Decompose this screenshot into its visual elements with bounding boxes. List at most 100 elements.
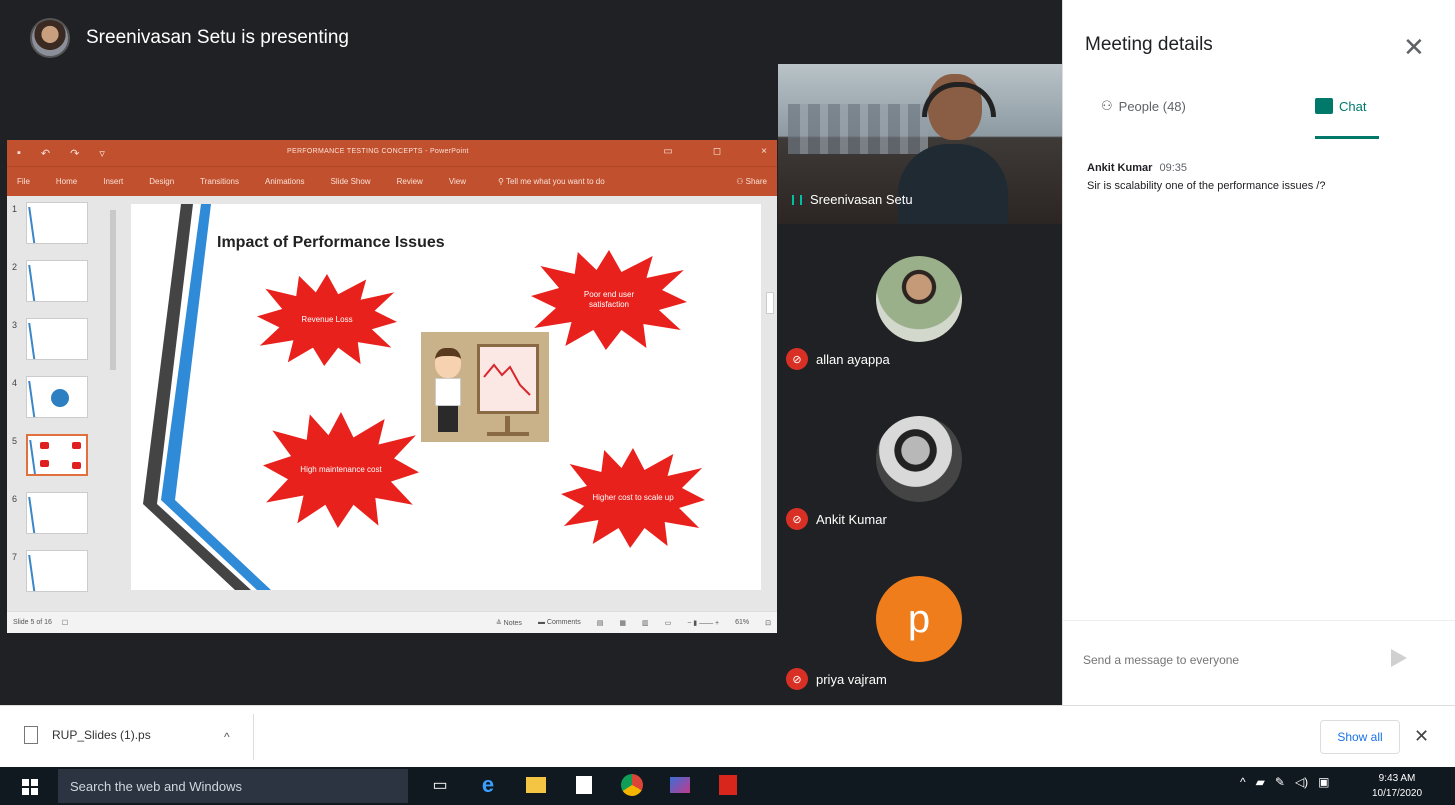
slide-thumbnails: 1 2 3 4 5 6 7 <box>7 196 117 601</box>
slide-stripes-graphic <box>143 204 271 590</box>
zoom-slider: − ▮ —— + <box>687 619 720 627</box>
fit-slide-icon: ⊡ <box>765 619 771 627</box>
chat-input[interactable] <box>1083 653 1373 667</box>
acrobat-icon[interactable] <box>716 773 740 797</box>
file-icon <box>24 726 38 744</box>
close-downloads-icon[interactable]: ✕ <box>1414 726 1429 747</box>
slide-counter: Slide 5 of 16 <box>13 619 52 626</box>
slide-thumbnail-image <box>26 202 88 244</box>
edge-icon[interactable]: e <box>476 772 500 797</box>
slide-number: 2 <box>12 262 18 272</box>
slide-thumbnail-active: 5 <box>12 434 112 478</box>
pen-icon[interactable]: ✎ <box>1275 775 1285 789</box>
declining-line-icon <box>483 363 531 396</box>
action-center-icon[interactable]: ▣ <box>1318 775 1329 789</box>
windows-taskbar: Search the web and Windows ▭ e ^ ▰ ✎ ◁) … <box>0 767 1455 805</box>
ribbon-tab-home: Home <box>55 177 78 186</box>
notes-button: ≙ Notes <box>495 619 522 627</box>
tab-chat-label: Chat <box>1339 98 1367 114</box>
man-legs <box>438 406 458 432</box>
ribbon-tab-file: File <box>17 177 30 186</box>
burst-cost-to-scale: Higher cost to scale up <box>561 448 705 548</box>
avatar-allan[interactable] <box>876 256 962 342</box>
chat-composer <box>1063 620 1455 705</box>
slide-sorter-icon: ▦ <box>619 619 626 627</box>
ribbon-tab-design: Design <box>149 177 175 186</box>
globe-graphic <box>51 389 69 407</box>
mic-off-icon: ⊘ <box>786 668 808 690</box>
presenter-text: Sreenivasan Setu is presenting <box>86 27 349 48</box>
burst-high-maintenance: High maintenance cost <box>263 412 419 528</box>
slide-thumbnail-image <box>26 492 88 534</box>
task-view-icon[interactable]: ▭ <box>428 773 452 797</box>
window-controls: ▭ ◻ × <box>663 146 767 157</box>
panel-title: Meeting details <box>1085 34 1213 55</box>
send-icon[interactable] <box>1391 649 1407 667</box>
windows-start-icon[interactable] <box>22 779 38 795</box>
network-icon[interactable]: ▰ <box>1256 775 1265 789</box>
participant-shoulders <box>898 144 1008 224</box>
tab-people[interactable]: ⚇ People (48) <box>1101 98 1186 114</box>
divider <box>253 714 254 760</box>
system-tray: ^ ▰ ✎ ◁) ▣ <box>1240 775 1330 789</box>
normal-view-icon: ▤ <box>596 619 604 627</box>
clock-time: 9:43 AM <box>1378 773 1416 784</box>
burst-revenue-loss: Revenue Loss <box>257 274 397 366</box>
ribbon-tab-animations: Animations <box>264 177 305 186</box>
taskbar-search-text: Search the web and Windows <box>70 778 242 794</box>
chat-message: Ankit Kumar 09:35 Sir is scalability one… <box>1087 162 1427 192</box>
comments-label: Comments <box>546 619 581 626</box>
slide-number: 3 <box>12 320 18 330</box>
undo-icon: ↶ <box>40 147 51 160</box>
chevron-up-icon[interactable]: ^ <box>224 730 230 744</box>
photos-icon[interactable] <box>668 773 692 797</box>
chrome-icon[interactable] <box>620 773 644 797</box>
save-icon: ▪ <box>17 146 21 159</box>
participant-label: ⊘ allan ayappa <box>786 348 890 370</box>
show-all-button[interactable]: Show all <box>1320 720 1400 754</box>
volume-icon[interactable]: ◁) <box>1295 775 1308 789</box>
ppt-window-title: PERFORMANCE TESTING CONCEPTS - PowerPoin… <box>287 148 469 155</box>
burst-label: Revenue Loss <box>301 314 353 324</box>
chrome-shape <box>621 774 643 796</box>
participant-tiles: Sreenivasan Setu ⊘ allan ayappa ⊘ Ankit … <box>778 64 1062 705</box>
slide-scrollbar <box>765 196 775 596</box>
burst-label: High maintenance cost <box>300 464 382 474</box>
ppt-workspace: 1 2 3 4 5 6 7 Impact of Performance Issu… <box>7 196 777 611</box>
avatar-priya[interactable]: p <box>876 576 962 662</box>
video-tile-sreenivasan[interactable]: Sreenivasan Setu <box>778 64 1062 224</box>
notes-label: Notes <box>503 619 522 627</box>
thumbnail-scroll-knob <box>110 210 116 370</box>
presenter-avatar <box>30 18 70 58</box>
slide-thumbnail-image <box>26 550 88 592</box>
tab-chat[interactable]: Chat <box>1315 98 1366 114</box>
file-explorer-icon[interactable] <box>524 773 548 797</box>
store-icon[interactable] <box>572 773 596 797</box>
download-item[interactable]: RUP_Slides (1).ps <box>24 726 151 744</box>
avatar-ankit[interactable] <box>876 416 962 502</box>
speaking-icon <box>792 194 802 205</box>
participant-head <box>922 74 996 140</box>
slide-thumbnail-image <box>26 318 88 360</box>
slide-thumbnail: 1 <box>12 202 112 246</box>
taskbar-clock[interactable]: 9:43 AM 10/17/2020 <box>1372 771 1422 801</box>
slide-thumbnail: 4 <box>12 376 112 420</box>
participant-name: Ankit Kumar <box>816 511 887 527</box>
chat-icon <box>1315 98 1333 114</box>
message-text: Sir is scalability one of the performanc… <box>1087 180 1326 192</box>
ppt-ribbon-tabs: File Home Insert Design Transitions Anim… <box>7 166 777 196</box>
taskbar-search[interactable]: Search the web and Windows <box>58 769 408 803</box>
chevron-up-icon[interactable]: ^ <box>1240 775 1246 789</box>
taskbar-apps: ▭ e <box>428 772 740 797</box>
current-slide: Impact of Performance Issues Revenue Los… <box>131 204 761 590</box>
ribbon-tab-review: Review <box>396 177 423 186</box>
close-window-icon: × <box>761 146 767 157</box>
burst-label: Poor end user satisfaction <box>583 289 635 309</box>
burst-graphic <box>72 462 81 469</box>
tab-people-label: People (48) <box>1118 98 1186 114</box>
close-panel-icon[interactable]: ✕ <box>1403 32 1425 63</box>
shared-powerpoint-window[interactable]: ▪ ↶ ↷ ▿ PERFORMANCE TESTING CONCEPTS - P… <box>7 140 777 633</box>
meeting-details-panel: Meeting details ✕ ⚇ People (48) Chat Ank… <box>1062 0 1455 705</box>
presenter-bar: Sreenivasan Setu is presenting <box>30 18 349 58</box>
slide-number: 4 <box>12 378 18 388</box>
